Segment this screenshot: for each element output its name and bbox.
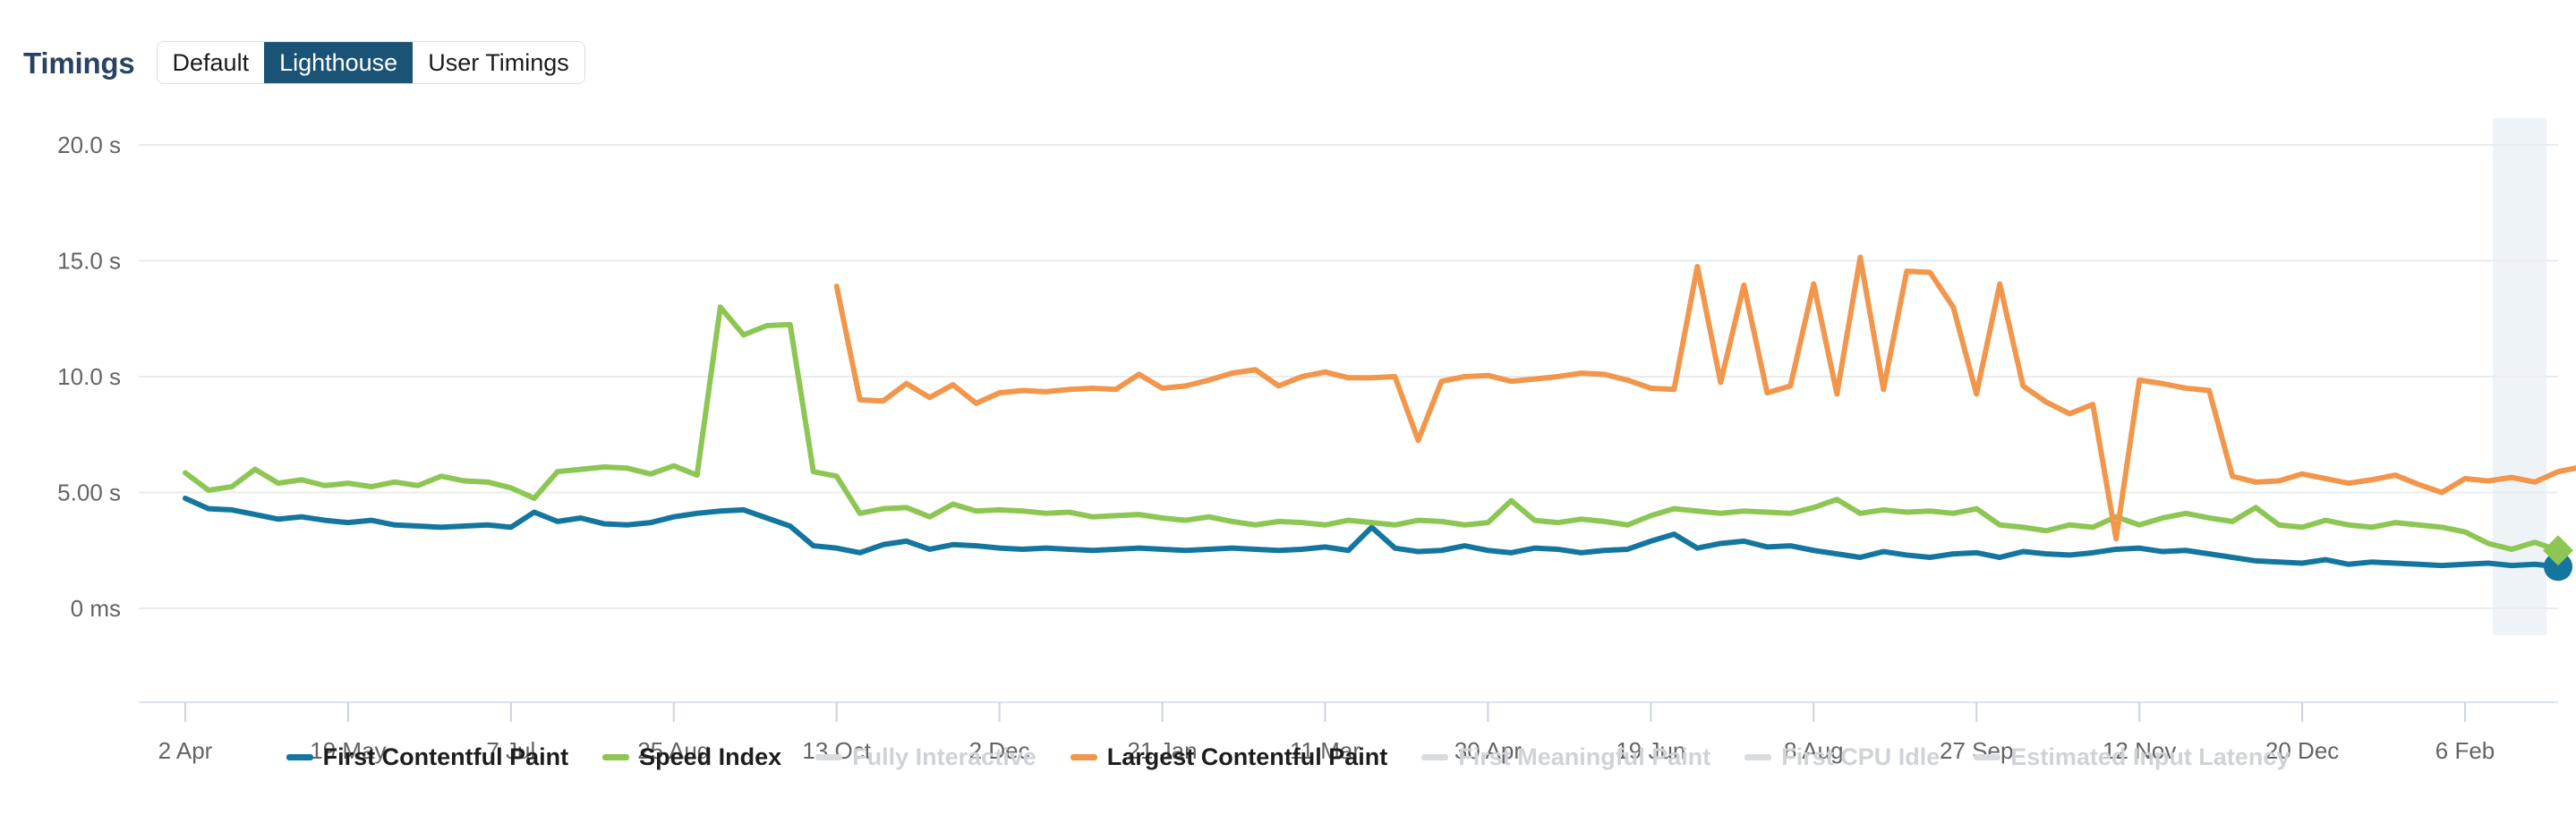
panel-header: Timings Default Lighthouse User Timings [23,41,585,84]
legend-swatch-icon [1421,754,1448,760]
y-axis-tick-label: 5.00 s [57,480,121,506]
tab-default[interactable]: Default [158,42,265,83]
legend-item-estimated-input-latency[interactable]: Estimated Input Latency [1974,745,2290,769]
tab-lighthouse[interactable]: Lighthouse [264,42,413,83]
legend-swatch-icon [815,754,842,760]
legend-item-label: First CPU Idle [1781,745,1940,769]
series-line-first-contentful-paint[interactable] [185,498,2558,566]
legend-swatch-icon [1744,754,1771,760]
legend-item-first-meaningful-paint[interactable]: First Meaningful Paint [1421,745,1710,769]
tab-user-timings[interactable]: User Timings [413,42,584,83]
y-axis-tick-label: 15.0 s [57,248,121,275]
legend-item-first-cpu-idle[interactable]: First CPU Idle [1744,745,1940,769]
legend-item-first-contentful-paint[interactable]: First Contentful Paint [286,745,568,769]
legend-item-label: Largest Contentful Paint [1107,745,1388,769]
legend-swatch-icon [602,754,629,760]
legend-item-label: First Contentful Paint [323,745,568,769]
legend-item-label: Estimated Input Latency [2010,745,2290,769]
series-line-largest-contentful-paint[interactable] [837,258,2576,539]
timings-panel: Timings Default Lighthouse User Timings … [0,0,2576,832]
chart-legend: First Contentful Paint Speed Index Fully I… [0,745,2576,769]
y-axis-tick-label: 20.0 s [57,132,121,158]
legend-item-speed-index[interactable]: Speed Index [602,745,781,769]
legend-item-fully-interactive[interactable]: Fully Interactive [815,745,1036,769]
legend-swatch-icon [286,754,313,760]
timings-mode-tabs: Default Lighthouse User Timings [157,41,585,84]
timings-chart[interactable]: 20.0 s15.0 s10.0 s5.00 s0 ms2 Apr19 May7… [0,89,2576,832]
page-title: Timings [23,48,135,78]
y-axis-tick-label: 0 ms [71,595,121,622]
legend-item-largest-contentful-paint[interactable]: Largest Contentful Paint [1070,745,1388,769]
y-axis-tick-label: 10.0 s [57,363,121,390]
legend-swatch-icon [1974,754,2000,760]
legend-swatch-icon [1070,754,1097,760]
chart-plot-area[interactable]: 20.0 s15.0 s10.0 s5.00 s0 ms2 Apr19 May7… [0,89,2576,832]
legend-item-label: First Meaningful Paint [1458,745,1710,769]
legend-item-label: Speed Index [639,745,781,769]
legend-item-label: Fully Interactive [852,745,1036,769]
